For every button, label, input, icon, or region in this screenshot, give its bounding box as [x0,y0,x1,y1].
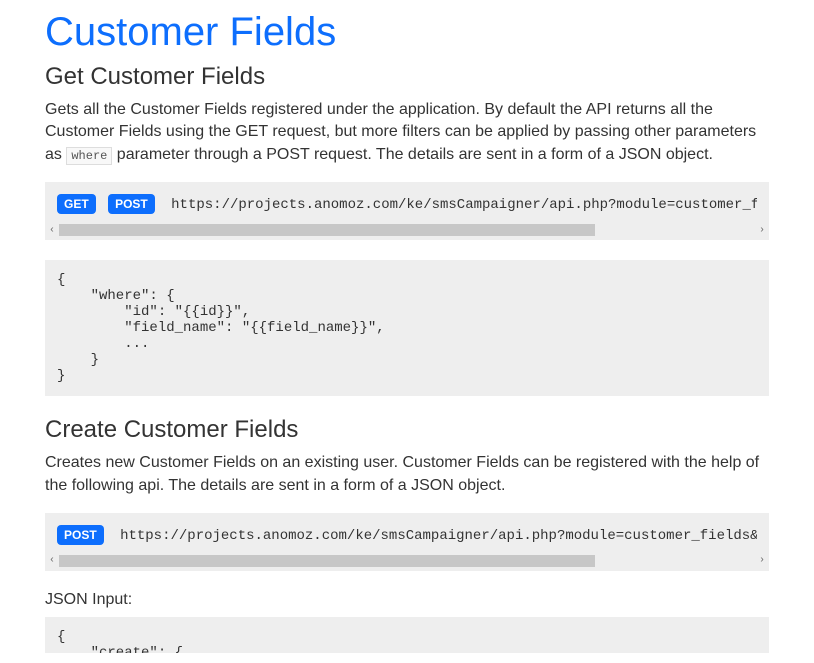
horizontal-scrollbar[interactable]: ‹ › [45,555,769,567]
http-method-badge-post: POST [108,194,155,214]
endpoint-block-create: POST https://projects.anomoz.com/ke/smsC… [45,513,769,571]
section-heading-create: Create Customer Fields [45,416,769,444]
section-desc-get: Gets all the Customer Fields registered … [45,99,769,166]
section-heading-get: Get Customer Fields [45,63,769,91]
chevron-left-icon[interactable]: ‹ [45,555,59,566]
endpoint-block-get: GET POST https://projects.anomoz.com/ke/… [45,182,769,240]
json-input-label: JSON Input: [45,591,769,609]
chevron-left-icon[interactable]: ‹ [45,225,59,236]
chevron-right-icon[interactable]: › [755,225,769,236]
page-title: Customer Fields [45,10,769,55]
scrollbar-thumb[interactable] [59,224,595,236]
scrollbar-track[interactable] [59,224,755,236]
desc-text-post: parameter through a POST request. The de… [112,146,713,163]
scrollbar-track[interactable] [59,555,755,567]
chevron-right-icon[interactable]: › [755,555,769,566]
http-method-badge-post: POST [57,525,104,545]
inline-code-where: where [66,147,112,165]
http-method-badge-get: GET [57,194,96,214]
section-desc-create: Creates new Customer Fields on an existi… [45,452,769,497]
endpoint-url-create: https://projects.anomoz.com/ke/smsCampai… [120,528,757,544]
horizontal-scrollbar[interactable]: ‹ › [45,224,769,236]
scrollbar-thumb[interactable] [59,555,595,567]
json-body-create-partial: { "create": { [45,617,769,653]
json-body-get: { "where": { "id": "{{id}}", "field_name… [45,260,769,396]
endpoint-url-get: https://projects.anomoz.com/ke/smsCampai… [171,197,757,213]
